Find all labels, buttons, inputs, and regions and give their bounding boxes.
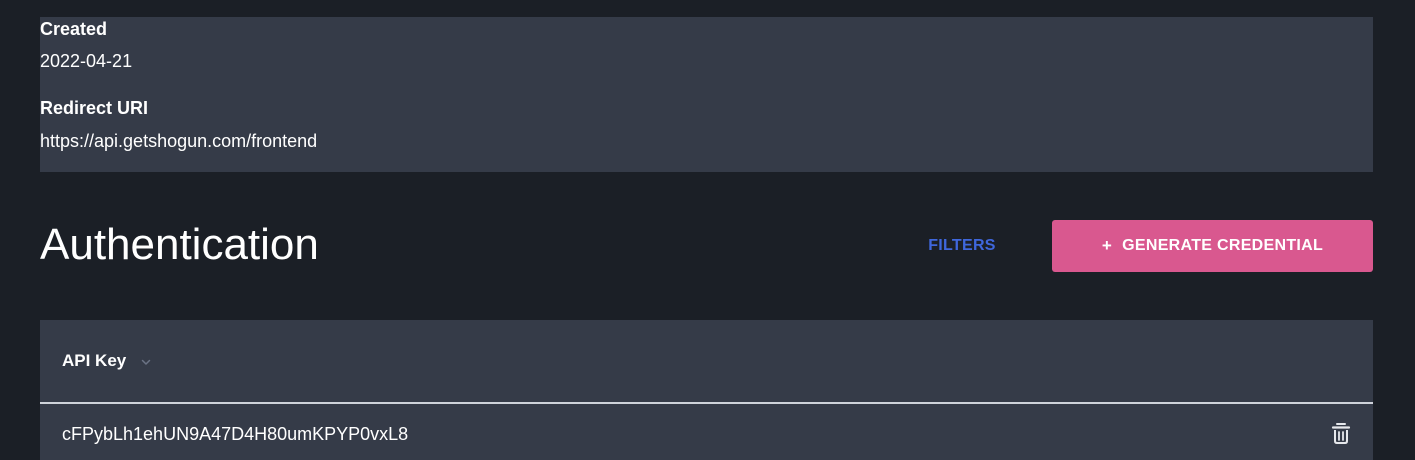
details-card: Created 2022-04-21 Redirect URI https://… [40, 17, 1373, 172]
column-header-label: API Key [62, 351, 127, 370]
created-value: 2022-04-21 [40, 51, 133, 71]
redirect-uri-label: Redirect URI [40, 98, 149, 118]
plus-icon: + [1101, 236, 1113, 255]
column-header-api-key[interactable]: API Key [62, 351, 152, 371]
trash-icon[interactable] [1328, 420, 1354, 446]
page: Created 2022-04-21 Redirect URI https://… [0, 0, 1415, 460]
table-header: API Key [40, 320, 1373, 404]
chevron-down-icon [140, 355, 152, 367]
filters-button[interactable]: FILTERS [912, 220, 1012, 272]
authentication-title: Authentication [40, 220, 319, 269]
api-key-value: cFPybLh1ehUN9A47D4H80umKPYP0vxL8 [62, 424, 409, 444]
generate-credential-label: GENERATE CREDENTIAL [1122, 237, 1324, 254]
credentials-table: API Key cFPybLh1ehUN9A47D4H80umKPYP0vxL8 [40, 320, 1373, 460]
table-row: cFPybLh1ehUN9A47D4H80umKPYP0vxL8 [40, 404, 1373, 460]
generate-credential-button[interactable]: + GENERATE CREDENTIAL [1052, 220, 1373, 272]
redirect-uri-value: https://api.getshogun.com/frontend [40, 131, 318, 151]
created-label: Created [40, 19, 108, 39]
